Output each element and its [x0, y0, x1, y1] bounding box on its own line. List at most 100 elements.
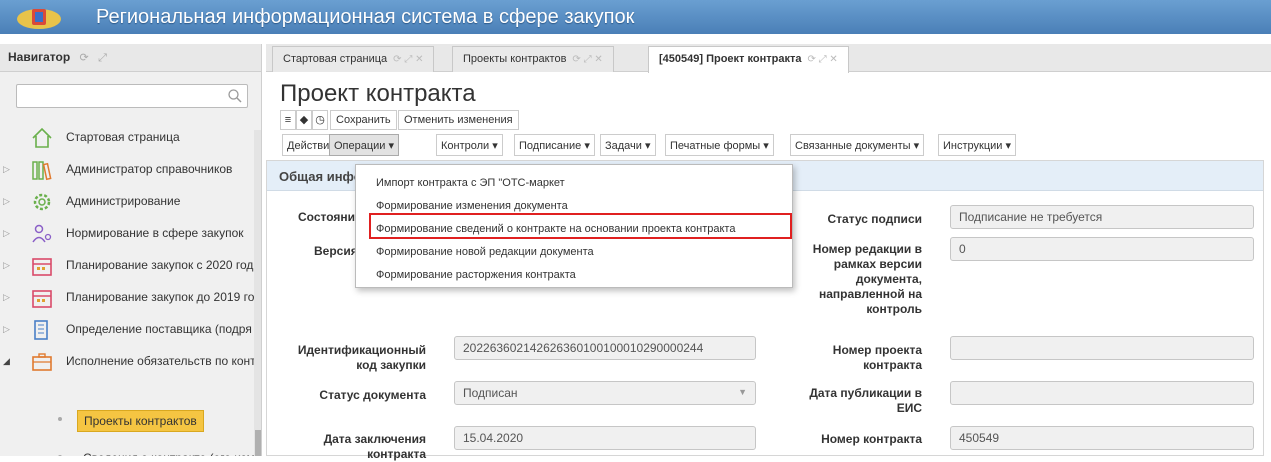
save-button[interactable]: Сохранить [330, 110, 397, 130]
menu-label: Инструкции [943, 140, 1003, 152]
refresh-icon[interactable]: ⟳ [80, 52, 89, 64]
dropdown-arrow-icon[interactable]: ▼ [738, 387, 747, 397]
menu-label: Связанные документы [795, 140, 911, 152]
project-number-field[interactable] [950, 336, 1254, 360]
nav-item-procurement-norms[interactable]: ▷ Нормирование в сфере закупок [0, 218, 261, 250]
nav-item-label: Планирование закупок до 2019 го [66, 290, 255, 304]
expand-arrow-icon[interactable]: ▷ [3, 324, 10, 335]
eis-date-label: Дата публикации в ЕИС [809, 386, 922, 415]
expand-arrow-icon[interactable]: ▷ [3, 260, 10, 271]
books-icon [32, 161, 52, 181]
menu-item-form-change[interactable]: Формирование изменения документа [376, 200, 568, 212]
sign-status-field[interactable]: Подписание не требуется [950, 205, 1254, 229]
conclusion-date-label: Дата заключения контракта [323, 432, 426, 461]
panel-title: Общая информация [279, 169, 365, 184]
nav-item-planning-2019[interactable]: ▷ Планирование закупок до 2019 го [0, 282, 261, 314]
nav-item-contract-execution[interactable]: ◢ Исполнение обязательств по конт [0, 346, 261, 378]
nav-subitem-label: Сведения о контракте (его изм [77, 448, 261, 456]
ikz-field[interactable]: 202263602142626360100100010290000244 [454, 336, 756, 360]
nav-subitem-label: Проекты контрактов [77, 410, 204, 432]
tab-label: Стартовая страница [283, 53, 388, 65]
doc-status-select[interactable]: Подписан ▼ [454, 381, 756, 405]
menu-item-form-termination[interactable]: Формирование расторжения контракта [376, 269, 576, 281]
tab-contract-projects[interactable]: Проекты контрактов ⟳ ⤢ ✕ [452, 46, 614, 72]
page-title: Проект контракта [280, 80, 476, 107]
navigator-search-input[interactable] [16, 84, 248, 108]
expand-arrow-icon[interactable]: ▷ [3, 292, 10, 303]
menu-label: Задачи [605, 140, 642, 152]
tag-icon[interactable]: ◆ [296, 110, 312, 130]
menu-label: Подписание [519, 140, 582, 152]
instructions-menu[interactable]: Инструкции ▾ [938, 134, 1016, 156]
nav-item-reference-admin[interactable]: ▷ Администратор справочников [0, 154, 261, 186]
operations-menu[interactable]: Операции ▾ [329, 134, 400, 156]
menu-label: Печатные формы [670, 140, 761, 152]
expand-icon[interactable]: ⤢ [98, 52, 107, 64]
print-forms-menu[interactable]: Печатные формы ▾ [665, 134, 774, 156]
menu-item-form-new-revision[interactable]: Формирование новой редакции документа [376, 246, 594, 258]
briefcase-icon [32, 353, 52, 371]
tab-bar: Стартовая страница ⟳ ⤢ ✕ Проекты контракт… [266, 44, 1271, 73]
navigator-header: Навигатор ⟳ ⤢ [0, 44, 261, 72]
calendar-icon [32, 290, 52, 308]
app-title: Региональная информационная система в сф… [96, 6, 635, 28]
nav-item-supplier-selection[interactable]: ▷ Определение поставщика (подря [0, 314, 261, 346]
app-header: Региональная информационная система в сф… [0, 0, 1271, 34]
tab-controls-icon[interactable]: ⟳ ⤢ ✕ [572, 54, 602, 65]
menu-label: Действия [287, 140, 336, 152]
nav-item-planning-2020[interactable]: ▷ Планирование закупок с 2020 год [0, 250, 261, 282]
nav-item-label: Администратор справочников [66, 162, 233, 176]
history-icon[interactable]: ◷ [312, 110, 328, 130]
menu-label: Контроли [441, 140, 490, 152]
contract-number-field[interactable]: 450549 [950, 426, 1254, 450]
bullet-icon [58, 417, 62, 421]
people-icon [32, 224, 52, 243]
nav-item-label: Исполнение обязательств по конт [66, 354, 256, 368]
nav-subitem-contract-info[interactable]: Сведения о контракте (его изм [0, 444, 261, 456]
navigator-title: Навигатор [8, 50, 71, 64]
gear-icon [33, 193, 51, 211]
logo-icon [17, 9, 61, 29]
nav-item-administration[interactable]: ▷ Администрирование [0, 186, 261, 218]
nav-item-label: Нормирование в сфере закупок [66, 226, 244, 240]
menu-icon[interactable]: ≡ [280, 110, 296, 130]
nav-item-label: Планирование закупок с 2020 год [66, 258, 254, 272]
nav-item-label: Администрирование [66, 194, 181, 208]
tab-label: Проекты контрактов [463, 53, 567, 65]
tab-controls-icon[interactable]: ⟳ ⤢ ✕ [393, 54, 423, 65]
nav-item-start-page[interactable]: Стартовая страница [0, 122, 261, 154]
revision-label: Номер редакции в рамках версии документа… [812, 242, 922, 316]
contract-number-label: Номер контракта [821, 432, 922, 446]
doc-status-value: Подписан [463, 386, 518, 400]
collapse-arrow-icon[interactable]: ◢ [3, 356, 10, 367]
tasks-menu[interactable]: Задачи ▾ [600, 134, 656, 156]
nav-subitem-contract-projects[interactable]: Проекты контрактов [0, 406, 261, 432]
tab-start-page[interactable]: Стартовая страница ⟳ ⤢ ✕ [272, 46, 435, 72]
conclusion-date-field[interactable]: 15.04.2020 [454, 426, 756, 450]
controls-menu[interactable]: Контроли ▾ [436, 134, 503, 156]
menu-label: Операции [334, 140, 386, 152]
nav-item-label: Определение поставщика (подря [66, 322, 252, 336]
eis-date-field[interactable] [950, 381, 1254, 405]
revision-field[interactable]: 0 [950, 237, 1254, 261]
tab-controls-icon[interactable]: ⟳ ⤢ ✕ [807, 54, 837, 65]
ikz-label: Идентификационный код закупки [297, 343, 426, 372]
project-number-label: Номер проекта контракта [832, 343, 922, 372]
home-icon [32, 127, 52, 148]
related-docs-menu[interactable]: Связанные документы ▾ [790, 134, 925, 156]
calendar-icon [32, 258, 52, 276]
expand-arrow-icon[interactable]: ▷ [3, 196, 10, 207]
doc-status-label: Статус документа [319, 388, 426, 402]
tab-label: [450549] Проект контракта [659, 53, 802, 65]
expand-arrow-icon[interactable]: ▷ [3, 228, 10, 239]
menu-item-import-contract[interactable]: Импорт контракта с ЭП "ОТС-маркет [376, 177, 565, 189]
building-icon [34, 320, 48, 340]
navigator-scrollbar[interactable] [254, 130, 261, 456]
search-icon[interactable] [227, 88, 243, 104]
expand-arrow-icon[interactable]: ▷ [3, 164, 10, 175]
tab-contract-project[interactable]: [450549] Проект контракта ⟳ ⤢ ✕ [648, 46, 849, 73]
signing-menu[interactable]: Подписание ▾ [514, 134, 595, 156]
scrollbar-thumb[interactable] [255, 430, 261, 456]
navigator-panel: Навигатор ⟳ ⤢ Стартовая страница ▷ Админ… [0, 44, 262, 456]
cancel-changes-button[interactable]: Отменить изменения [398, 110, 519, 130]
